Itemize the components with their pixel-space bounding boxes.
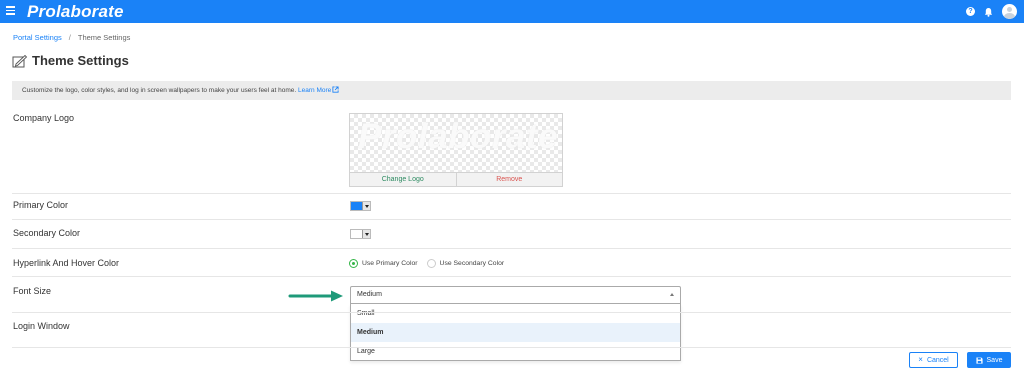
radio-unchecked-icon <box>426 259 436 268</box>
save-button-label: Save <box>986 356 1003 364</box>
change-logo-button[interactable]: Change Logo <box>350 173 457 186</box>
font-size-option-large[interactable]: Large <box>351 342 680 361</box>
save-button[interactable]: Save <box>967 352 1011 368</box>
use-secondary-color-label: Use Secondary Color <box>439 260 505 267</box>
divider <box>12 248 1011 249</box>
edit-theme-icon <box>12 54 28 67</box>
learn-more-label: Learn More <box>298 87 332 94</box>
divider <box>12 347 1011 348</box>
primary-color-swatch <box>351 202 362 210</box>
font-size-option-small[interactable]: Small <box>351 304 680 323</box>
primary-color-picker[interactable] <box>350 201 371 211</box>
annotation-arrow-icon <box>288 290 343 302</box>
page-title: Theme Settings <box>32 53 129 68</box>
help-icon[interactable]: ? <box>966 7 975 16</box>
radio-checked-icon <box>349 259 358 268</box>
font-size-label: Font Size <box>13 286 52 296</box>
font-size-select[interactable]: Medium <box>350 286 681 304</box>
hyperlink-color-radio-group: Use Primary Color Use Secondary Color <box>349 259 513 268</box>
divider <box>12 276 1011 277</box>
breadcrumb-portal-settings-link[interactable]: Portal Settings <box>13 33 62 42</box>
breadcrumb: Portal Settings / Theme Settings <box>13 33 130 42</box>
use-primary-color-radio[interactable]: Use Primary Color <box>349 259 418 268</box>
company-logo-label: Company Logo <box>13 113 75 123</box>
primary-color-dropdown-arrow-icon <box>362 202 370 210</box>
hamburger-menu-icon[interactable] <box>6 6 15 15</box>
login-window-label: Login Window <box>13 321 70 331</box>
cancel-button[interactable]: × Cancel <box>909 352 958 368</box>
breadcrumb-current: Theme Settings <box>77 33 131 42</box>
logo-image: Prolaborate <box>358 117 558 156</box>
secondary-color-dropdown-arrow-icon <box>362 230 370 238</box>
info-text: Customize the logo, color styles, and lo… <box>22 87 297 94</box>
header-actions: ? <box>966 4 1017 19</box>
caret-up-icon <box>670 293 674 296</box>
learn-more-link[interactable]: Learn More <box>298 86 339 94</box>
use-primary-color-label: Use Primary Color <box>362 260 418 267</box>
breadcrumb-separator: / <box>68 33 71 42</box>
company-logo-preview: Prolaborate Change Logo Remove <box>349 113 563 187</box>
secondary-color-label: Secondary Color <box>13 228 81 238</box>
primary-color-label: Primary Color <box>13 200 69 210</box>
use-secondary-color-radio[interactable]: Use Secondary Color <box>426 259 505 268</box>
brand-logo[interactable]: Prolaborate <box>27 1 124 22</box>
font-size-option-medium[interactable]: Medium <box>351 323 680 342</box>
remove-logo-button[interactable]: Remove <box>457 173 563 186</box>
close-icon: × <box>918 355 923 364</box>
secondary-color-picker[interactable] <box>350 229 371 239</box>
secondary-color-swatch <box>351 230 362 238</box>
cancel-button-label: Cancel <box>926 356 949 364</box>
font-size-selected-value: Medium <box>357 291 382 298</box>
notification-bell-icon[interactable] <box>984 7 993 17</box>
logo-actions: Change Logo Remove <box>350 172 562 186</box>
user-avatar[interactable] <box>1002 4 1017 19</box>
top-navigation-bar: Prolaborate ? <box>0 0 1024 23</box>
info-banner: Customize the logo, color styles, and lo… <box>12 81 1011 100</box>
divider <box>12 312 1011 313</box>
divider <box>12 219 1011 220</box>
external-link-icon <box>332 86 339 93</box>
divider <box>12 193 1011 194</box>
save-disk-icon <box>975 356 983 364</box>
hyperlink-hover-color-label: Hyperlink And Hover Color <box>13 258 120 268</box>
page-header: Theme Settings <box>12 53 129 68</box>
